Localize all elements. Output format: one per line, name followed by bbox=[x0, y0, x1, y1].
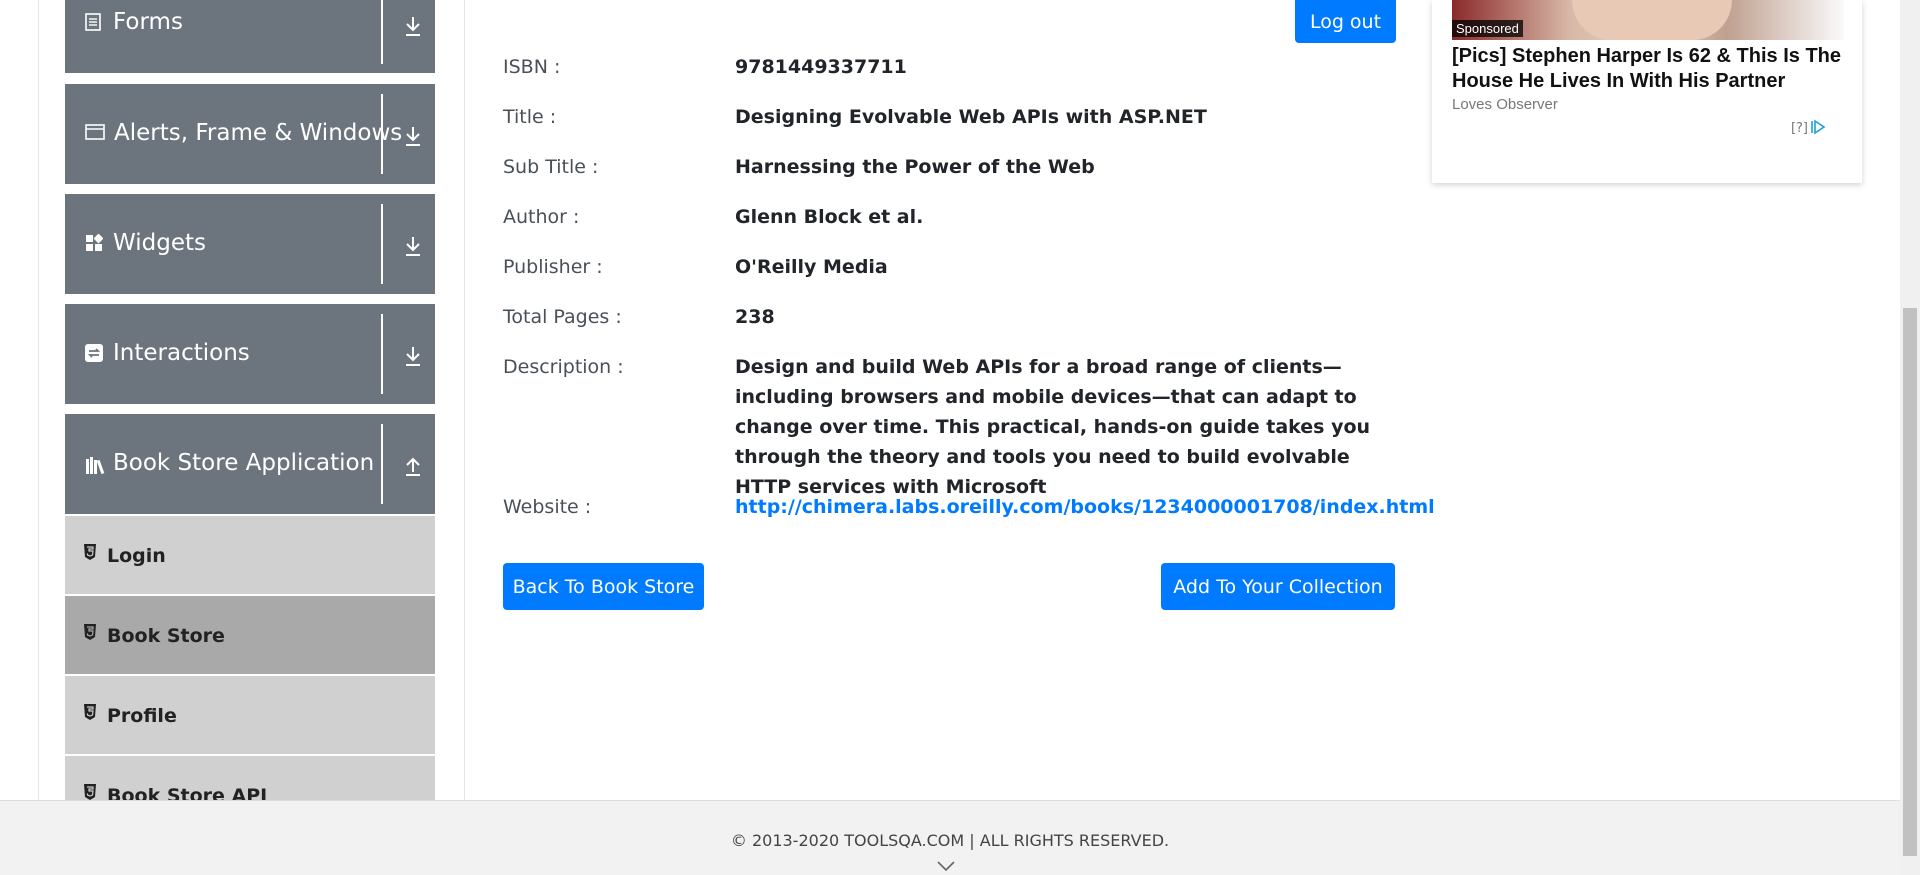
chevron-down-icon[interactable] bbox=[936, 857, 956, 875]
sidebar-group-label: Widgets bbox=[113, 230, 206, 256]
sidebar-group-alerts[interactable]: Alerts, Frame & Windows bbox=[65, 84, 435, 184]
sidebar-item-label: Profile bbox=[107, 705, 177, 727]
sidebar-group-label: Alerts, Frame & Windows bbox=[114, 120, 403, 146]
sponsored-ad[interactable]: Sponsored [Pics] Stephen Harper Is 62 & … bbox=[1432, 0, 1862, 183]
sidebar-right-border bbox=[464, 0, 465, 800]
sidebar-group-label: Forms bbox=[113, 9, 183, 35]
page: Forms Alerts, Frame & Windows Widgets In… bbox=[0, 0, 1920, 875]
upload-icon[interactable] bbox=[401, 454, 425, 478]
sidebar-item-profile[interactable]: Profile bbox=[65, 675, 435, 754]
isbn-value: 9781449337711 bbox=[735, 56, 907, 78]
isbn-label: ISBN : bbox=[503, 56, 561, 78]
description-value: Design and build Web APIs for a broad ra… bbox=[735, 356, 1371, 498]
sidebar-group-forms[interactable]: Forms bbox=[65, 0, 435, 73]
logout-button[interactable]: Log out bbox=[1295, 0, 1396, 43]
title-value: Designing Evolvable Web APIs with ASP.NE… bbox=[735, 106, 1207, 128]
subtitle-value: Harnessing the Power of the Web bbox=[735, 156, 1095, 178]
back-to-book-store-button[interactable]: Back To Book Store bbox=[503, 563, 704, 610]
widgets-icon bbox=[85, 233, 104, 257]
sidebar-item-label: Book Store bbox=[107, 625, 225, 647]
footer: © 2013-2020 TOOLSQA.COM | ALL RIGHTS RES… bbox=[0, 800, 1900, 875]
sidebar-group-book-store-application[interactable]: Book Store Application bbox=[65, 414, 435, 514]
ad-headline[interactable]: [Pics] Stephen Harper Is 62 & This Is Th… bbox=[1452, 44, 1852, 94]
author-value: Glenn Block et al. bbox=[735, 206, 924, 228]
sidebar-item-label: Login bbox=[107, 545, 166, 567]
ad-info-link[interactable]: [?] bbox=[1791, 121, 1808, 136]
description-label: Description : bbox=[503, 356, 624, 378]
download-icon[interactable] bbox=[401, 14, 425, 38]
sidebar-group-widgets[interactable]: Widgets bbox=[65, 194, 435, 294]
sidebar-group-interactions[interactable]: Interactions bbox=[65, 304, 435, 404]
sponsored-badge: Sponsored bbox=[1452, 20, 1523, 37]
html5-icon bbox=[83, 704, 97, 724]
divider bbox=[381, 204, 383, 284]
publisher-label: Publisher : bbox=[503, 256, 603, 278]
website-label: Website : bbox=[503, 496, 592, 518]
interactions-icon bbox=[85, 344, 103, 367]
divider bbox=[381, 0, 383, 64]
pages-label: Total Pages : bbox=[503, 306, 622, 328]
html5-icon bbox=[83, 544, 97, 564]
copyright-text: © 2013-2020 TOOLSQA.COM | ALL RIGHTS RES… bbox=[730, 831, 1170, 850]
download-icon[interactable] bbox=[401, 344, 425, 368]
sidebar-group-label: Book Store Application bbox=[113, 450, 375, 476]
pages-value: 238 bbox=[735, 306, 775, 328]
sidebar-item-book-store[interactable]: Book Store bbox=[65, 595, 435, 674]
download-icon[interactable] bbox=[401, 124, 425, 148]
publisher-value: O'Reilly Media bbox=[735, 256, 888, 278]
title-label: Title : bbox=[503, 106, 557, 128]
scrollbar-thumb[interactable] bbox=[1903, 308, 1917, 856]
divider bbox=[381, 314, 383, 394]
adchoices-icon[interactable] bbox=[1810, 119, 1826, 135]
sidebar-group-label: Interactions bbox=[113, 340, 250, 366]
scrollbar[interactable] bbox=[1900, 0, 1920, 875]
form-icon bbox=[85, 13, 101, 36]
divider bbox=[381, 94, 383, 174]
website-link[interactable]: http://chimera.labs.oreilly.com/books/12… bbox=[735, 492, 1435, 522]
author-label: Author : bbox=[503, 206, 580, 228]
books-icon bbox=[85, 456, 107, 479]
subtitle-label: Sub Title : bbox=[503, 156, 599, 178]
add-to-collection-button[interactable]: Add To Your Collection bbox=[1161, 563, 1395, 610]
html5-icon bbox=[83, 624, 97, 644]
ad-source: Loves Observer bbox=[1452, 96, 1558, 113]
sidebar-item-login[interactable]: Login bbox=[65, 515, 435, 594]
window-icon bbox=[85, 124, 105, 145]
divider bbox=[381, 424, 383, 504]
download-icon[interactable] bbox=[401, 234, 425, 258]
sidebar-left-border bbox=[38, 0, 39, 800]
